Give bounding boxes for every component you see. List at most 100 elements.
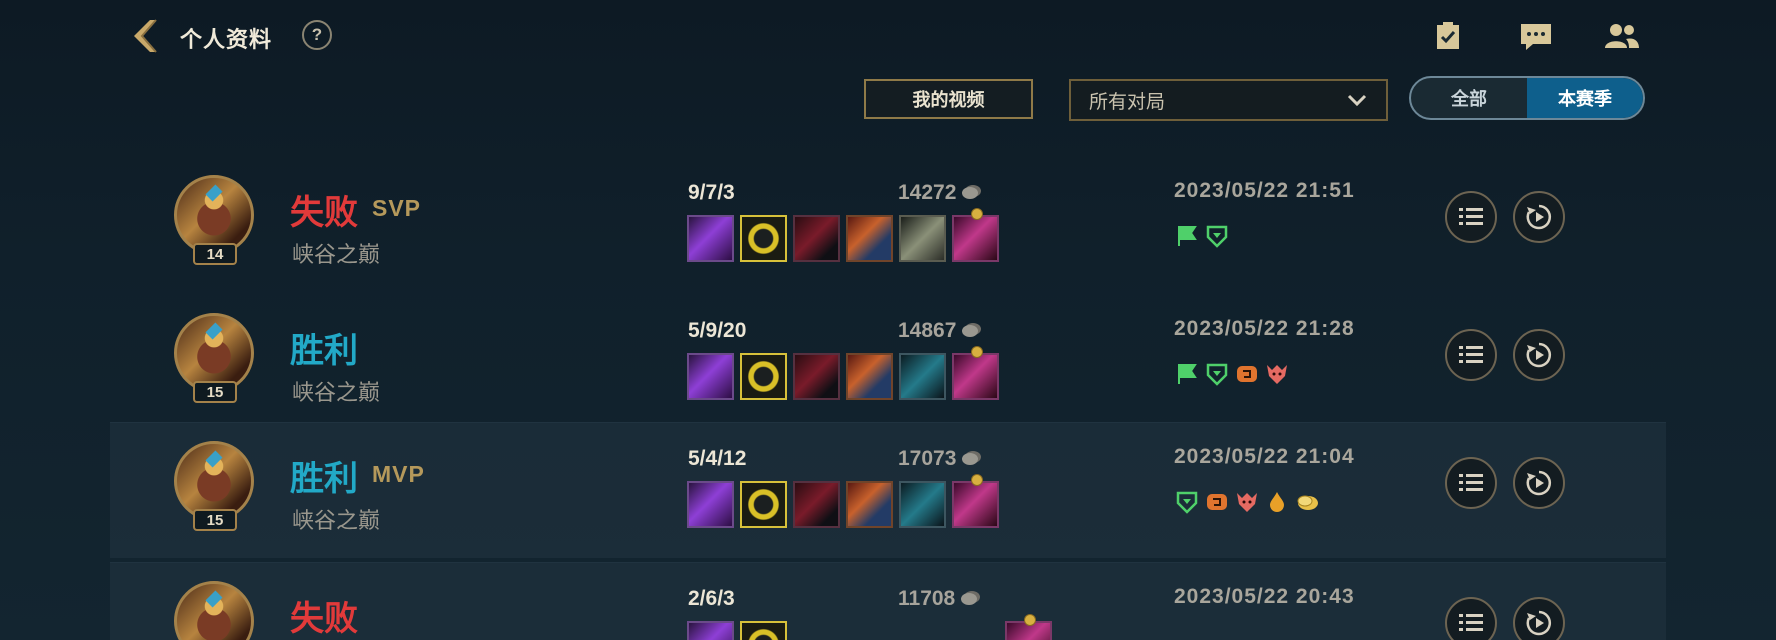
match-details-button[interactable]	[1445, 597, 1497, 640]
back-arrow-icon	[134, 19, 157, 53]
item-build	[687, 346, 999, 400]
replay-button[interactable]	[1513, 457, 1565, 509]
gold-value: 17073	[898, 447, 957, 470]
chat-button[interactable]	[1518, 18, 1554, 54]
list-icon	[1459, 208, 1483, 225]
match-datetime: 2023/05/22 21:04	[1174, 445, 1355, 468]
match-result: 失败	[290, 194, 358, 232]
season-toggle[interactable]: 全部 本赛季	[1409, 76, 1645, 120]
gold-value: 14867	[898, 319, 957, 342]
match-result: 失败	[290, 600, 358, 638]
achievement-badges	[1174, 489, 1320, 515]
teal-blade-item-icon	[899, 481, 946, 528]
replay-icon	[1526, 470, 1552, 496]
champion-level: 14	[193, 243, 237, 265]
gold-amount: 14867	[898, 319, 979, 343]
match-details-button[interactable]	[1445, 329, 1497, 381]
flag-icon	[1174, 361, 1200, 387]
my-videos-button[interactable]: 我的视频	[864, 79, 1033, 119]
champion-level: 15	[193, 381, 237, 403]
gold-amount: 11708	[898, 587, 978, 611]
champion-avatar	[174, 581, 254, 640]
gold-coin-icon	[962, 325, 979, 337]
replay-icon	[1526, 204, 1552, 230]
gold-coin-icon	[962, 453, 979, 465]
item-build	[687, 614, 1052, 640]
kda-score: 2/6/3	[688, 587, 735, 610]
match-row[interactable]: 15 胜利 峡谷之巅 5/9/20 14867 2023/05/22 21:28	[110, 295, 1666, 431]
gold-shield-item-icon	[740, 215, 787, 262]
red-dark-item-icon	[793, 353, 840, 400]
match-row[interactable]: 14 失败 SVP 峡谷之巅 9/7/3 14272 2023/05/22 21…	[110, 157, 1666, 293]
gold-shield-item-icon	[740, 621, 787, 640]
kda-score: 5/4/12	[688, 447, 747, 470]
replay-button[interactable]	[1513, 191, 1565, 243]
friends-icon	[1605, 24, 1639, 48]
game-mode: 峡谷之巅	[292, 380, 381, 405]
kda-score: 5/9/20	[688, 319, 747, 342]
item-build	[687, 208, 999, 262]
purple-sword-item-icon	[687, 215, 734, 262]
replay-icon	[1526, 342, 1552, 368]
match-result: 胜利	[290, 460, 358, 498]
chevron-down-icon	[1347, 94, 1367, 107]
friends-button[interactable]	[1604, 18, 1640, 54]
performance-badge: MVP	[372, 461, 425, 487]
list-icon	[1459, 474, 1483, 491]
match-datetime: 2023/05/22 21:51	[1174, 179, 1355, 202]
gold-value: 11708	[898, 587, 956, 610]
chat-icon	[1521, 24, 1551, 50]
boots-item-icon	[1005, 614, 1052, 640]
teal-blade-item-icon	[899, 353, 946, 400]
demon-ach-icon	[1234, 489, 1260, 515]
game-filter-value: 所有对局	[1089, 91, 1166, 113]
flag-icon	[1174, 223, 1200, 249]
red-dark-item-icon	[793, 215, 840, 262]
task-checklist-icon	[1437, 22, 1459, 49]
purple-sword-item-icon	[687, 353, 734, 400]
shield-ach-icon	[1204, 361, 1230, 387]
replay-icon	[1526, 610, 1552, 636]
fire-armor-item-icon	[846, 481, 893, 528]
match-datetime: 2023/05/22 21:28	[1174, 317, 1355, 340]
fire-armor-item-icon	[846, 215, 893, 262]
page-title: 个人资料	[180, 27, 273, 52]
match-row[interactable]: 失败 2/6/3 11708 2023/05/22 20:43	[110, 562, 1666, 640]
replay-button[interactable]	[1513, 329, 1565, 381]
match-details-button[interactable]	[1445, 191, 1497, 243]
game-filter-dropdown[interactable]: 所有对局	[1069, 79, 1388, 121]
match-details-button[interactable]	[1445, 457, 1497, 509]
back-button[interactable]	[124, 14, 168, 58]
purple-sword-item-icon	[687, 621, 734, 640]
help-button[interactable]: ?	[302, 20, 332, 50]
champion-level: 15	[193, 509, 237, 531]
match-row[interactable]: 15 胜利 MVP 峡谷之巅 5/4/12 17073 2023/05/22 2…	[110, 422, 1666, 558]
gold-value: 14272	[898, 181, 957, 204]
gold-coin-icon	[962, 187, 979, 199]
toggle-all[interactable]: 全部	[1411, 78, 1527, 118]
scroll-ach-icon	[1204, 489, 1230, 515]
game-mode: 峡谷之巅	[292, 242, 381, 267]
gold-amount: 14272	[898, 181, 979, 205]
question-icon: ?	[311, 25, 323, 44]
list-icon	[1459, 346, 1483, 363]
scroll-ach-icon	[1234, 361, 1260, 387]
demon-ach-icon	[1264, 361, 1290, 387]
achievement-badges	[1174, 223, 1230, 249]
shield-ach-icon	[1174, 489, 1200, 515]
item-build	[687, 474, 999, 528]
fire-armor-item-icon	[846, 353, 893, 400]
side-watermark	[6, 360, 16, 440]
achievement-badges	[1174, 361, 1290, 387]
flame-ach-icon	[1264, 489, 1290, 515]
performance-badge: SVP	[372, 195, 422, 221]
gold-amount: 17073	[898, 447, 979, 471]
match-datetime: 2023/05/22 20:43	[1174, 585, 1355, 608]
gold-coin-icon	[961, 593, 978, 605]
replay-button[interactable]	[1513, 597, 1565, 640]
match-result: 胜利	[290, 332, 358, 370]
task-checklist-button[interactable]	[1430, 18, 1466, 54]
kda-score: 9/7/3	[688, 181, 735, 204]
toggle-this-season[interactable]: 本赛季	[1527, 78, 1643, 118]
boots-item-icon	[952, 474, 999, 528]
